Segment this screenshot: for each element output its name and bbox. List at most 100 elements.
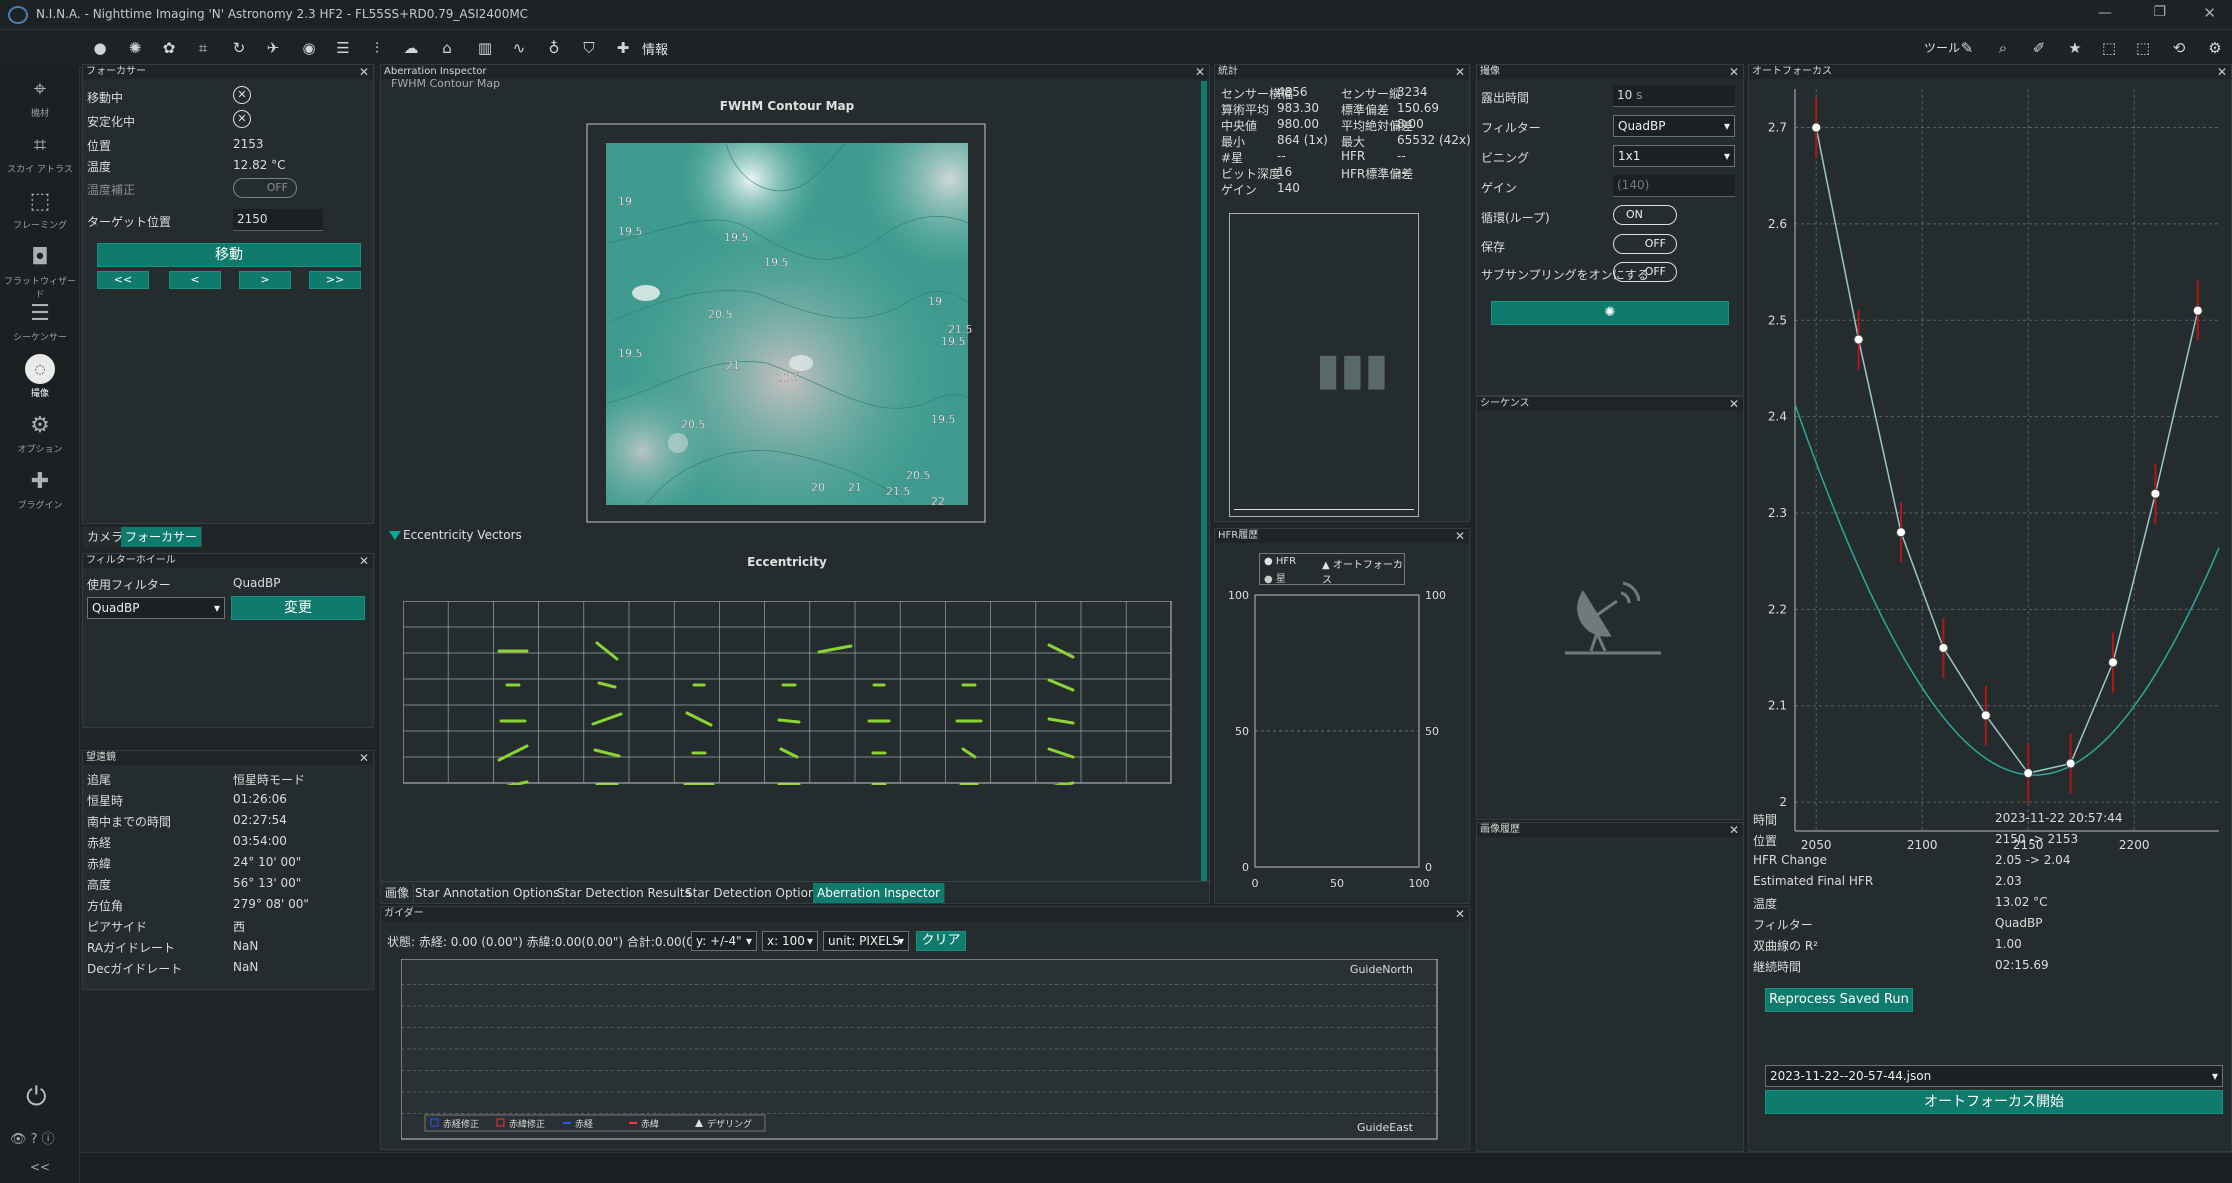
guider-legend-item: デザリング — [707, 1118, 752, 1130]
telescope-icon[interactable]: ✈ — [262, 37, 284, 59]
eccentricity-grid — [403, 601, 1172, 785]
bottom-tab[interactable]: Aberration Inspector — [813, 883, 945, 903]
star-legend-item: ● 星 — [1264, 574, 1286, 585]
zoom-icon[interactable]: ⌕ — [1992, 37, 2014, 59]
tools-label[interactable]: ツール — [1924, 39, 1960, 56]
debayer-icon[interactable]: ⬚ — [2132, 37, 2154, 59]
move-button[interactable]: 移動 — [97, 243, 361, 267]
switch-icon[interactable]: ⫶ — [366, 37, 388, 59]
af-point — [1896, 527, 1906, 538]
bottom-tab[interactable]: Star Detection Results — [553, 883, 696, 903]
sidebar-item-flatwizard[interactable]: ◘ フラットウィザード — [0, 242, 80, 301]
filterwheel-icon[interactable]: ✺ — [124, 37, 146, 59]
loop-toggle[interactable]: ON — [1613, 205, 1677, 225]
sidebar-item-framing[interactable]: ⬚ フレーミング — [0, 186, 80, 232]
exposure-input[interactable]: 10 s — [1613, 85, 1735, 107]
weather-icon[interactable]: ☁ — [400, 37, 422, 59]
expand-triangle-icon[interactable] — [389, 531, 401, 540]
close-icon[interactable]: ✕ — [1729, 65, 1739, 79]
sequence-icon[interactable]: ☰ — [332, 37, 354, 59]
subsample-toggle[interactable]: OFF — [1613, 262, 1677, 282]
eccentricity-toggle[interactable]: Eccentricity Vectors — [403, 528, 522, 542]
safety-icon[interactable]: ⛉ — [578, 37, 600, 59]
hfr-icon[interactable]: ∿ — [508, 37, 530, 59]
rotator-icon[interactable]: ↻ — [228, 37, 250, 59]
close-icon[interactable]: ✕ — [2203, 4, 2216, 22]
framing-icon: ⬚ — [29, 188, 51, 214]
bottom-tab[interactable]: 画像 — [381, 883, 415, 903]
close-icon[interactable]: ✕ — [1729, 823, 1739, 837]
info-label[interactable]: 情報 — [642, 39, 668, 58]
bottom-tab[interactable]: Star Detection Options — [681, 883, 827, 903]
histogram-placeholder-icon: ▮▮▮ — [1316, 344, 1389, 395]
dome-icon[interactable]: ⌂ — [436, 37, 458, 59]
help-icons[interactable]: 👁 ? ⓘ — [10, 1128, 55, 1147]
close-icon[interactable]: ✕ — [1455, 907, 1465, 921]
filter-select[interactable]: QuadBP — [87, 597, 225, 619]
autofocus-row-value: 13.02 °C — [1995, 895, 2048, 909]
minimize-icon[interactable]: — — [2098, 5, 2112, 21]
star-icon[interactable]: ★ — [2064, 37, 2086, 59]
af-xtick: 2100 — [1907, 838, 1938, 852]
sidebar-item-options[interactable]: ⚙ オプション — [0, 410, 80, 456]
close-icon[interactable]: ✕ — [359, 554, 369, 568]
close-icon[interactable]: ✕ — [1729, 397, 1739, 411]
filter-icon[interactable]: ✿ — [158, 37, 180, 59]
camera-icon[interactable]: ● — [89, 37, 111, 59]
x-scale-select[interactable]: x: 100 — [762, 931, 818, 951]
flatpanel-icon[interactable]: ♁ — [543, 37, 565, 59]
brush-icon[interactable]: ✐ — [2028, 37, 2050, 59]
collapse-icon[interactable]: << — [30, 1160, 50, 1174]
autofocus-row-label: 時間 — [1753, 813, 1778, 827]
stat-label: ビット深度 — [1221, 167, 1282, 181]
gain-label: ゲイン — [1481, 181, 1517, 195]
plugin-icon[interactable]: ✚ — [612, 37, 634, 59]
history-icon[interactable]: ⟲ — [2168, 37, 2190, 59]
autofocus-file-select[interactable]: 2023-11-22--20-57-44.json — [1765, 1065, 2223, 1087]
sidebar-item-sequencer[interactable]: ☰ シーケンサー — [0, 298, 80, 344]
tempcomp-toggle[interactable]: OFF — [233, 178, 297, 198]
close-icon[interactable]: ✕ — [359, 751, 369, 765]
move-right-big-button[interactable]: >> — [309, 271, 361, 289]
tab-focuser[interactable]: フォーカサー — [121, 527, 203, 547]
close-icon[interactable]: ✕ — [1455, 65, 1465, 79]
change-filter-button[interactable]: 変更 — [231, 596, 365, 620]
scrollbar[interactable] — [1201, 81, 1207, 881]
sidebar-item-skyatlas[interactable]: ⌗ スカイ アトラス — [0, 130, 80, 176]
sidebar-item-plugins[interactable]: ✚ プラグイン — [0, 466, 80, 512]
sidebar-item-equipment[interactable]: ⌖ 機材 — [0, 74, 80, 120]
maximize-icon[interactable]: ❐ — [2153, 4, 2166, 20]
power-icon[interactable]: ⏻ — [26, 1082, 47, 1113]
filter-select[interactable]: QuadBP — [1613, 115, 1735, 137]
start-autofocus-button[interactable]: オートフォーカス開始 — [1765, 1090, 2223, 1114]
y-scale-select[interactable]: y: +/-4" — [691, 931, 757, 951]
unit-select[interactable]: unit: PIXELS — [823, 931, 909, 951]
guider-icon[interactable]: ◉ — [298, 37, 320, 59]
focuser-icon[interactable]: ⌗ — [192, 37, 214, 59]
bottom-tab[interactable]: Star Annotation Options — [411, 883, 565, 903]
move-left-big-button[interactable]: << — [97, 271, 149, 289]
gain-input[interactable]: (140) — [1613, 175, 1735, 197]
clear-button[interactable]: クリア — [916, 931, 966, 951]
close-icon[interactable]: ✕ — [1195, 65, 1205, 79]
close-icon[interactable]: ✕ — [2217, 65, 2227, 79]
settings-icon[interactable]: ⚙ — [2204, 37, 2226, 59]
capture-button[interactable]: ✺ — [1491, 301, 1729, 325]
binning-select[interactable]: 1x1 — [1613, 145, 1735, 167]
pen-icon[interactable]: ✎ — [1956, 37, 1978, 59]
eccentricity-vector — [1047, 717, 1075, 725]
reprocess-button[interactable]: Reprocess Saved Run — [1765, 988, 1913, 1012]
exposure-label: 露出時間 — [1481, 91, 1530, 105]
sidebar-item-label: フレーミング — [12, 221, 67, 231]
move-right-button[interactable]: > — [239, 271, 291, 289]
target-input[interactable]: 2150 — [233, 209, 323, 231]
close-icon[interactable]: ✕ — [1455, 529, 1465, 543]
move-left-button[interactable]: < — [169, 271, 221, 289]
sequence-panel: シーケンス ✕ — [1476, 396, 1744, 820]
close-icon[interactable]: ✕ — [359, 65, 369, 79]
autostretch-icon[interactable]: ⬚ — [2098, 37, 2120, 59]
sidebar-item-imaging[interactable]: ◌ 撮像 — [0, 354, 80, 399]
panel-header: 望遠鏡 ✕ — [83, 751, 373, 765]
statistics-icon[interactable]: ▥ — [474, 37, 496, 59]
save-toggle[interactable]: OFF — [1613, 234, 1677, 254]
